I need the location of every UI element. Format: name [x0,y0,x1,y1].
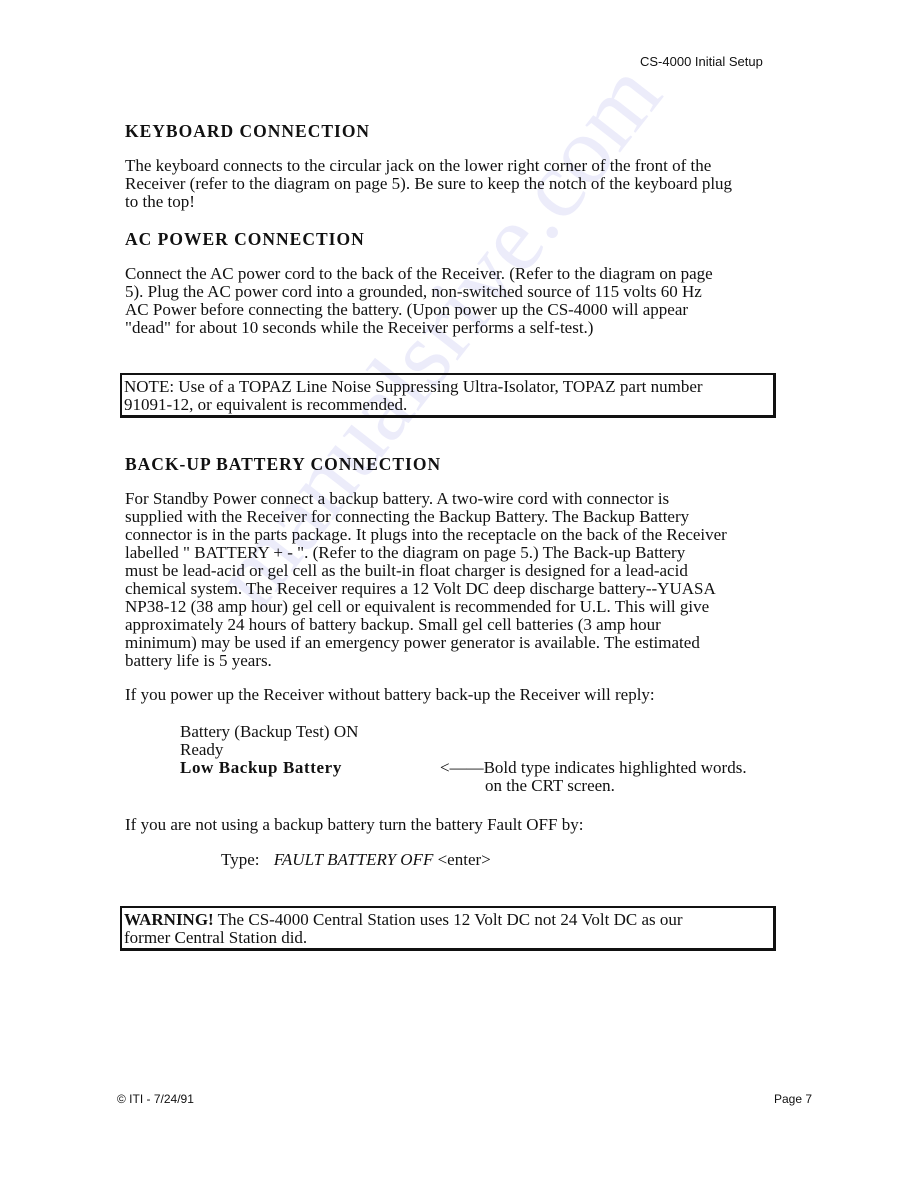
battery-heading: BACK-UP BATTERY CONNECTION [125,454,442,474]
text-line: 5). Plug the AC power cord into a ground… [125,282,702,301]
text-line: supplied with the Receiver for connectin… [125,507,690,526]
ac-power-heading: AC POWER CONNECTION [125,229,365,249]
fault-intro-text: If you are not using a backup battery tu… [125,815,584,834]
note-box: NOTE: Use of a TOPAZ Line Noise Suppress… [120,373,776,418]
type-command: FAULT BATTERY OFF [273,850,434,869]
text-line: "dead" for about 10 seconds while the Re… [125,318,594,337]
reply-intro: If you power up the Receiver without bat… [125,686,785,704]
text-line: NP38-12 (38 amp hour) gel cell or equiva… [125,597,710,616]
warning-label: WARNING! [124,910,214,929]
running-header: CS-4000 Initial Setup [640,54,763,69]
document-page: manualsrive.com CS-4000 Initial Setup KE… [0,0,918,1188]
text-line: Connect the AC power cord to the back of… [125,264,713,283]
keyboard-paragraph: The keyboard connects to the circular ja… [125,157,785,211]
footer-copyright: © ITI - 7/24/91 [117,1092,194,1106]
text-line: Receiver (refer to the diagram on page 5… [125,174,733,193]
text-line: battery life is 5 years. [125,651,272,670]
ac-power-paragraph: Connect the AC power cord to the back of… [125,265,785,337]
fault-intro: If you are not using a backup battery tu… [125,816,785,834]
text-line: approximately 24 hours of battery backup… [125,615,661,634]
type-label: Type: [221,850,260,869]
reply-intro-text: If you power up the Receiver without bat… [125,685,655,704]
text-line: must be lead-acid or gel cell as the bui… [125,561,688,580]
reply-line: Battery (Backup Test) ON [180,722,359,741]
keyboard-heading: KEYBOARD CONNECTION [125,121,371,141]
warning-line: WARNING! The CS-4000 Central Station use… [124,911,773,929]
battery-paragraph: For Standby Power connect a backup batte… [125,490,785,670]
warning-box: WARNING! The CS-4000 Central Station use… [120,906,776,951]
reply-line: Ready [180,740,224,759]
reply-line-bold: Low Backup Battery [180,758,342,777]
text-line: labelled " BATTERY + - ". (Refer to the … [125,543,686,562]
bold-annotation: <——Bold type indicates highlighted words… [440,759,747,795]
text-line: AC Power before connecting the battery. … [125,300,689,319]
type-suffix: <enter> [437,850,491,869]
annotation-line: on the CRT screen. [485,776,615,795]
annotation-line: <——Bold type indicates highlighted words… [440,758,747,777]
page-number: Page 7 [774,1092,813,1106]
text-line: to the top! [125,192,195,211]
text-line: The keyboard connects to the circular ja… [125,156,712,175]
warning-text: The CS-4000 Central Station uses 12 Volt… [213,910,683,929]
note-line: 91091-12, or equivalent is recommended. [124,395,408,414]
warning-line: former Central Station did. [124,928,308,947]
text-line: connector is in the parts package. It pl… [125,525,727,544]
note-line: NOTE: Use of a TOPAZ Line Noise Suppress… [124,377,703,396]
text-line: For Standby Power connect a backup batte… [125,489,670,508]
text-line: minimum) may be used if an emergency pow… [125,633,700,652]
receiver-reply: Battery (Backup Test) ON Ready Low Backu… [180,723,358,777]
text-line: chemical system. The Receiver requires a… [125,579,716,598]
type-command-line: Type: FAULT BATTERY OFF <enter> [221,850,491,870]
